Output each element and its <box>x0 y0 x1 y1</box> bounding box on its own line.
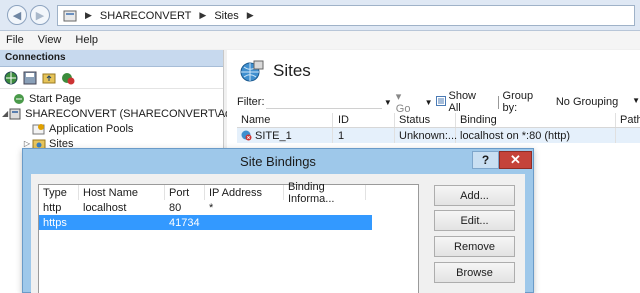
cell-binding-info <box>284 200 366 215</box>
connections-toolbar <box>0 67 223 89</box>
filter-bar: Filter: ▼ ▾ Go ▼ Show All Group by: No G… <box>237 90 640 115</box>
breadcrumb[interactable]: ▶ SHARECONVERT ▶ Sites ▶ <box>57 5 635 26</box>
breadcrumb-sites[interactable]: Sites <box>214 10 238 22</box>
connections-tree: Start Page ◢ SHARECONVERT (SHARECONVERT\… <box>0 89 260 151</box>
cell-type: http <box>43 201 62 214</box>
tree-item-label: Start Page <box>29 92 81 105</box>
arrow-left-icon: ◀ <box>12 9 22 22</box>
sites-table: Name ID Status Binding Path SITE_1 1 Unk… <box>237 113 640 143</box>
cell-type: https <box>43 216 67 229</box>
column-header-id[interactable]: ID <box>333 113 395 127</box>
start-page-icon <box>12 93 26 105</box>
cell-ip-address: * <box>209 201 214 214</box>
arrow-right-icon: ▶ <box>35 9 45 22</box>
show-all-button[interactable]: Show All <box>436 90 489 114</box>
show-all-icon <box>436 95 447 109</box>
tree-item-label: Application Pools <box>49 122 134 135</box>
cell-status: Unknown:... <box>395 128 457 143</box>
tree-item-label: SHARECONVERT (SHARECONVERT\Administ <box>25 107 260 120</box>
server-icon <box>63 10 77 22</box>
column-header-host-name[interactable]: Host Name <box>79 185 165 200</box>
filter-input[interactable] <box>266 95 382 109</box>
column-header-type[interactable]: Type <box>39 185 79 200</box>
go-dropdown-icon[interactable]: ▼ <box>425 98 433 107</box>
cell-name: SITE_1 <box>237 128 333 143</box>
expand-arrow-icon[interactable]: ▷ <box>22 139 32 148</box>
app-pools-icon <box>32 123 46 135</box>
cell-binding-info <box>284 215 366 230</box>
address-bar: ◀ ▶ ▶ SHARECONVERT ▶ Sites ▶ <box>0 0 640 31</box>
forward-button[interactable]: ▶ <box>30 5 50 25</box>
cell-port: 41734 <box>169 216 200 229</box>
cell-ip-address <box>205 215 284 230</box>
cell-path <box>616 128 640 143</box>
column-header-binding-info[interactable]: Binding Informa... <box>284 181 366 205</box>
tree-item-app-pools[interactable]: Application Pools <box>0 121 223 136</box>
edit-button[interactable]: Edit... <box>434 210 515 231</box>
column-header-path[interactable]: Path <box>616 113 640 127</box>
cell-binding: localhost on *:80 (http) <box>456 128 616 143</box>
breadcrumb-separator: ▶ <box>85 10 92 20</box>
menu-bar: File View Help <box>0 31 640 49</box>
connect-globe-icon[interactable] <box>4 71 18 85</box>
menu-help[interactable]: Help <box>75 34 98 46</box>
remove-button[interactable]: Remove <box>434 236 515 257</box>
dialog-body: Type Host Name Port IP Address Binding I… <box>31 174 525 293</box>
close-button[interactable]: ✕ <box>499 151 532 169</box>
breadcrumb-server[interactable]: SHARECONVERT <box>100 10 191 22</box>
filter-label: Filter: <box>237 96 265 108</box>
column-header-ip-address[interactable]: IP Address <box>205 185 284 200</box>
column-header-port[interactable]: Port <box>165 185 205 200</box>
site-bindings-dialog: Site Bindings ? ✕ Type Host Name Port IP… <box>22 148 534 293</box>
connections-header: Connections <box>0 50 223 67</box>
help-button[interactable]: ? <box>472 151 499 169</box>
save-icon[interactable] <box>23 71 37 85</box>
tree-item-start-page[interactable]: Start Page <box>0 91 223 106</box>
funnel-icon: ▾ <box>395 90 402 103</box>
column-header-binding[interactable]: Binding <box>456 113 616 127</box>
column-header-status[interactable]: Status <box>395 113 456 127</box>
column-header-name[interactable]: Name <box>237 113 333 127</box>
up-folder-icon[interactable] <box>42 71 56 85</box>
group-by-select[interactable]: No Grouping ▼ <box>556 96 640 108</box>
bindings-header: Type Host Name Port IP Address Binding I… <box>39 181 418 205</box>
cell-host-name: localhost <box>83 201 127 214</box>
tree-item-server[interactable]: ◢ SHARECONVERT (SHARECONVERT\Administ <box>0 106 260 121</box>
show-all-label: Show All <box>448 90 477 114</box>
group-by-label: Group by: <box>502 90 534 114</box>
go-button[interactable]: ▾ Go <box>396 90 419 115</box>
site-stopped-icon <box>241 130 252 141</box>
chevron-down-icon: ▼ <box>632 96 640 105</box>
table-row[interactable]: SITE_1 1 Unknown:... localhost on *:80 (… <box>237 128 640 143</box>
group-by-value: No Grouping <box>555 96 619 108</box>
menu-file[interactable]: File <box>6 34 24 46</box>
bindings-list: Type Host Name Port IP Address Binding I… <box>38 181 419 293</box>
binding-row-selected[interactable]: https 41734 <box>39 215 372 230</box>
add-button[interactable]: Add... <box>434 185 515 206</box>
table-header: Name ID Status Binding Path <box>237 113 640 128</box>
menu-view[interactable]: View <box>38 34 62 46</box>
dialog-title: Site Bindings <box>240 154 316 169</box>
browse-button[interactable]: Browse <box>434 262 515 283</box>
filter-dropdown-icon[interactable]: ▼ <box>384 98 392 107</box>
breadcrumb-separator: ▶ <box>199 10 207 20</box>
binding-row[interactable]: http localhost 80 * <box>39 200 418 215</box>
site-name: SITE_1 <box>255 129 292 142</box>
server-icon <box>8 108 22 120</box>
back-button[interactable]: ◀ <box>7 5 27 25</box>
toolbar-divider <box>497 95 499 109</box>
cell-port: 80 <box>169 201 182 214</box>
breadcrumb-separator: ▶ <box>246 10 254 20</box>
cell-host-name <box>79 215 165 230</box>
cell-id: 1 <box>333 128 395 143</box>
disconnect-icon[interactable] <box>61 71 75 85</box>
page-title: Sites <box>239 58 311 84</box>
sites-title: Sites <box>273 61 311 80</box>
sites-globe-icon <box>239 58 265 84</box>
